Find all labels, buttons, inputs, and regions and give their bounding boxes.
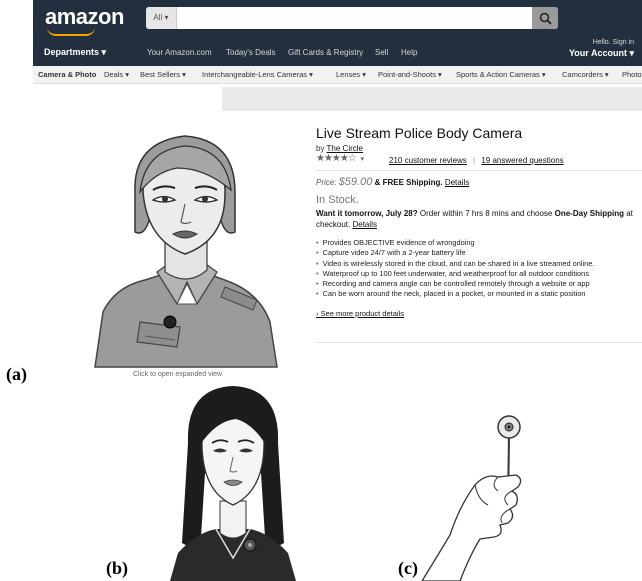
- stars-icon: ★★★★☆: [316, 153, 357, 164]
- subnav-point-and-shoots[interactable]: Point-and-Shoots ▾: [378, 70, 442, 79]
- feature-bullets: Provides OBJECTIVE evidence of wrongdoin…: [316, 238, 642, 300]
- list-item: Waterproof up to 100 feet underwater, an…: [316, 269, 642, 279]
- subnav-best-sellers[interactable]: Best Sellers ▾: [140, 70, 186, 79]
- search-category-dropdown[interactable]: All ▾: [146, 7, 177, 29]
- see-more-details-link[interactable]: › See more product details: [316, 309, 404, 318]
- review-links: 210 customer reviews | 19 answered quest…: [389, 156, 564, 165]
- woman-with-pendant-camera-illustration: [170, 386, 296, 581]
- subnav-interchangeable-lens[interactable]: Interchangeable-Lens Cameras ▾: [202, 70, 313, 79]
- review-separator: |: [473, 156, 476, 165]
- list-item: Provides OBJECTIVE evidence of wrongdoin…: [316, 238, 642, 248]
- search-button[interactable]: [532, 7, 558, 29]
- figure-label-c: (c): [398, 558, 418, 578]
- category-subnav: Camera & Photo Deals ▾ Best Sellers ▾ In…: [33, 66, 642, 84]
- hand-holding-camera-illustration: [421, 415, 522, 581]
- rating-caret-icon: ▾: [360, 156, 364, 163]
- delivery-option: One-Day Shipping: [554, 209, 624, 218]
- shipping-text: & FREE Shipping.: [374, 178, 443, 187]
- delivery-info: Want it tomorrow, July 28? Order within …: [316, 208, 642, 230]
- subnav-photography[interactable]: Photog: [622, 70, 642, 79]
- delivery-lead: Want it tomorrow, July 28?: [316, 209, 418, 218]
- answered-questions-link[interactable]: 19 answered questions: [481, 156, 563, 165]
- search-icon: [539, 12, 552, 25]
- list-item: Recording and camera angle can be contro…: [316, 279, 642, 289]
- nav-gift-cards[interactable]: Gift Cards & Registry: [288, 48, 363, 57]
- product-byline: by The Circle: [316, 144, 363, 153]
- figure-label-b: (b): [106, 558, 128, 578]
- list-item: Video is wirelessly stored in the cloud,…: [316, 259, 642, 269]
- departments-menu[interactable]: Departments ▾: [44, 47, 106, 58]
- search-input[interactable]: [178, 7, 528, 29]
- subnav-sports-action[interactable]: Sports & Action Cameras ▾: [456, 70, 546, 79]
- price-value: $59.00: [338, 176, 373, 188]
- amazon-smile-icon: [47, 27, 95, 36]
- brand-link[interactable]: The Circle: [327, 144, 363, 153]
- customer-reviews-link[interactable]: 210 customer reviews: [389, 156, 467, 165]
- price-label: Price:: [316, 178, 337, 187]
- image-caption[interactable]: Click to open expanded view: [133, 371, 222, 378]
- ad-banner[interactable]: [222, 87, 642, 111]
- subnav-camcorders[interactable]: Camcorders ▾: [562, 70, 609, 79]
- nav-help[interactable]: Help: [401, 48, 417, 57]
- star-rating[interactable]: ★★★★☆ ▾: [316, 153, 364, 164]
- divider: [316, 342, 642, 343]
- product-title: Live Stream Police Body Camera: [316, 125, 523, 141]
- main-nav: Departments ▾ Your Amazon.com Today's De…: [33, 39, 642, 61]
- byline-prefix: by: [316, 144, 325, 153]
- delivery-details-link[interactable]: Details: [352, 220, 376, 229]
- nav-todays-deals[interactable]: Today's Deals: [226, 48, 276, 57]
- list-item: Can be worn around the neck, placed in a…: [316, 289, 642, 299]
- top-navigation-bar: amazon All ▾ Departments ▾ Your Amazon.c…: [33, 0, 642, 66]
- subnav-lenses[interactable]: Lenses ▾: [336, 70, 366, 79]
- subnav-deals[interactable]: Deals ▾: [104, 70, 129, 79]
- account-menu[interactable]: Your Account ▾: [569, 48, 634, 59]
- product-image-officer[interactable]: [85, 122, 285, 372]
- delivery-mid: Order within 7 hrs 8 mins and choose: [419, 209, 553, 218]
- nav-your-amazon[interactable]: Your Amazon.com: [147, 48, 212, 57]
- nav-sell[interactable]: Sell: [375, 48, 388, 57]
- divider: [316, 170, 642, 171]
- search-bar: All ▾: [146, 7, 558, 29]
- account-greeting: Hello. Sign in: [592, 39, 634, 46]
- figure-label-a: (a): [6, 364, 27, 384]
- shipping-details-link[interactable]: Details: [445, 178, 469, 187]
- price-row: Price: $59.00 & FREE Shipping. Details: [316, 176, 469, 188]
- stock-status: In Stock.: [316, 194, 359, 206]
- subnav-camera-photo[interactable]: Camera & Photo: [38, 70, 96, 79]
- list-item: Capture video 24/7 with a 2-year battery…: [316, 248, 642, 258]
